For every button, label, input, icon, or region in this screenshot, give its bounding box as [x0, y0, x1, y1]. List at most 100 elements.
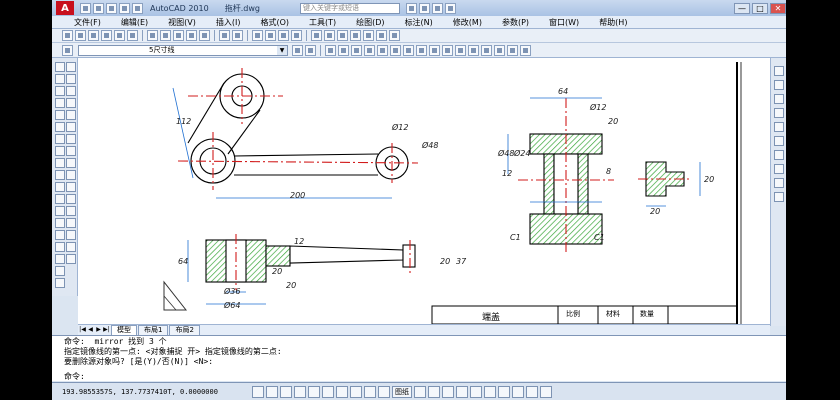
maximize-button[interactable]: □ [752, 2, 768, 14]
cut-icon[interactable] [147, 30, 158, 41]
fillet-icon[interactable] [66, 242, 76, 252]
properties-icon[interactable] [311, 30, 322, 41]
first-tab-icon[interactable]: |◀ [79, 325, 86, 335]
make-block-icon[interactable] [55, 206, 65, 216]
communication-center-icon[interactable] [418, 2, 430, 14]
block-editor-icon[interactable] [199, 30, 210, 41]
markup-icon[interactable] [363, 30, 374, 41]
quick-properties-icon[interactable] [378, 385, 390, 398]
chevron-down-icon[interactable]: ▼ [277, 45, 287, 55]
osnap-perpendicular-icon[interactable] [774, 150, 784, 160]
menu-edit[interactable]: 编辑(E) [111, 17, 158, 28]
copy-object-icon[interactable] [66, 74, 76, 84]
calculator-icon[interactable] [376, 30, 387, 41]
ordinate-icon[interactable] [364, 44, 375, 56]
ellipse-icon[interactable] [55, 170, 65, 180]
mirror-icon[interactable] [66, 86, 76, 96]
grid-display-icon[interactable] [266, 385, 278, 398]
prev-tab-icon[interactable]: ◀ [87, 325, 94, 335]
autocad-logo-icon[interactable]: A [56, 1, 74, 15]
region-icon[interactable] [55, 254, 65, 264]
spline-icon[interactable] [55, 158, 65, 168]
object-snap-tracking-icon[interactable] [322, 385, 334, 398]
save-icon[interactable] [88, 30, 99, 41]
osnap-none-icon[interactable] [774, 178, 784, 188]
tool-palettes-icon[interactable] [337, 30, 348, 41]
paper-space-toggle[interactable]: 图纸 [392, 385, 412, 398]
undo-icon[interactable] [119, 2, 130, 14]
quick-view-drawings-icon[interactable] [428, 385, 440, 398]
quick-dimension-icon[interactable] [429, 44, 440, 56]
new-file-icon[interactable] [80, 2, 91, 14]
circle-icon[interactable] [55, 134, 65, 144]
polyline-icon[interactable] [55, 86, 65, 96]
layer-previous-icon[interactable] [305, 44, 316, 56]
showmotion-icon[interactable] [484, 385, 496, 398]
rotate-icon[interactable] [66, 134, 76, 144]
diameter-icon[interactable] [403, 44, 414, 56]
osnap-tangent-icon[interactable] [774, 136, 784, 146]
explode-icon[interactable] [66, 254, 76, 264]
layer-dropdown[interactable]: 5尺寸线 ▼ [78, 44, 288, 56]
tab-layout2[interactable]: 布局2 [169, 325, 200, 335]
jogged-icon[interactable] [390, 44, 401, 56]
drawing-canvas[interactable]: 64 Ø12 20 Ø12 Ø48 Ø48 Ø24 12 8 20 20 C1 … [78, 58, 770, 325]
menu-format[interactable]: 格式(O) [250, 17, 299, 28]
open-file-icon[interactable] [93, 2, 104, 14]
undo-tool-icon[interactable] [219, 30, 230, 41]
osnap-nearest-icon[interactable] [774, 164, 784, 174]
join-icon[interactable] [66, 218, 76, 228]
menu-view[interactable]: 视图(V) [158, 17, 206, 28]
quick-view-layouts-icon[interactable] [414, 385, 426, 398]
dimension-break-icon[interactable] [481, 44, 492, 56]
menu-modify[interactable]: 修改(M) [443, 17, 492, 28]
publish-icon[interactable] [127, 30, 138, 41]
help-icon[interactable] [444, 2, 456, 14]
favorites-icon[interactable] [431, 2, 443, 14]
open-icon[interactable] [75, 30, 86, 41]
save-file-icon[interactable] [106, 2, 117, 14]
rectangle-icon[interactable] [55, 110, 65, 120]
scale-icon[interactable] [66, 146, 76, 156]
erase-icon[interactable] [66, 62, 76, 72]
osnap-endpoint-icon[interactable] [774, 66, 784, 76]
tab-model[interactable]: 模型 [111, 325, 137, 335]
dynamic-input-icon[interactable] [350, 385, 362, 398]
layer-manager-icon[interactable] [62, 44, 73, 56]
pan-status-icon[interactable] [442, 385, 454, 398]
move-icon[interactable] [66, 122, 76, 132]
print-icon[interactable] [101, 30, 112, 41]
help-search-input[interactable]: 键入关键字或短语 [299, 2, 400, 14]
clean-screen-icon[interactable] [540, 385, 552, 398]
object-snap-icon[interactable] [308, 385, 320, 398]
osnap-intersection-icon[interactable] [774, 94, 784, 104]
table-icon[interactable] [55, 266, 65, 276]
copy-icon[interactable] [160, 30, 171, 41]
match-properties-icon[interactable] [186, 30, 197, 41]
construction-line-icon[interactable] [55, 74, 65, 84]
line-icon[interactable] [55, 62, 65, 72]
workspace-switch-icon[interactable] [512, 385, 524, 398]
menu-dimension[interactable]: 标注(N) [395, 17, 443, 28]
trim-icon[interactable] [66, 170, 76, 180]
menu-help[interactable]: 帮助(H) [589, 17, 637, 28]
zoom-window-icon[interactable] [278, 30, 289, 41]
ellipse-arc-icon[interactable] [55, 182, 65, 192]
qnew-icon[interactable] [62, 30, 73, 41]
lineweight-icon[interactable] [364, 385, 376, 398]
osnap-midpoint-icon[interactable] [774, 80, 784, 90]
break-icon[interactable] [66, 206, 76, 216]
continue-icon[interactable] [455, 44, 466, 56]
menu-tools[interactable]: 工具(T) [299, 17, 346, 28]
angular-icon[interactable] [416, 44, 427, 56]
stretch-icon[interactable] [66, 158, 76, 168]
command-input[interactable]: 命令: [52, 372, 786, 382]
menu-window[interactable]: 窗口(W) [539, 17, 589, 28]
offset-icon[interactable] [66, 98, 76, 108]
make-current-icon[interactable] [292, 44, 303, 56]
close-button[interactable]: ✕ [770, 2, 786, 14]
zoom-previous-icon[interactable] [291, 30, 302, 41]
array-icon[interactable] [66, 110, 76, 120]
sheet-set-icon[interactable] [350, 30, 361, 41]
menu-file[interactable]: 文件(F) [64, 17, 111, 28]
